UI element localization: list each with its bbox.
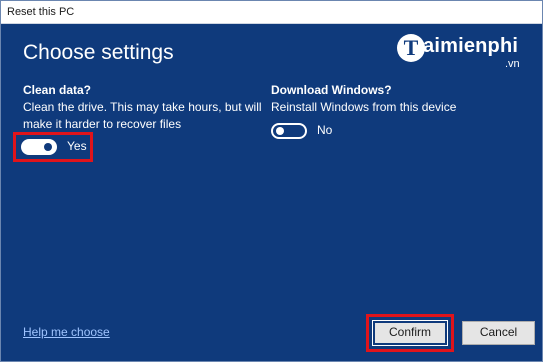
reset-pc-dialog: Reset this PC Choose settings T aimienph… (0, 0, 543, 362)
title-bar: Reset this PC (1, 1, 542, 24)
window-title: Reset this PC (7, 6, 75, 18)
clean-data-description: Clean the drive. This may take hours, bu… (23, 99, 263, 133)
clean-data-toggle[interactable] (21, 139, 57, 155)
toggle-knob (276, 127, 284, 135)
page-title: Choose settings (23, 41, 174, 64)
download-windows-title: Download Windows? (271, 83, 392, 97)
download-windows-description: Reinstall Windows from this device (271, 100, 457, 114)
help-me-choose-link[interactable]: Help me choose (23, 325, 110, 339)
clean-data-description-line1: Clean the drive. This may take hours, bu… (23, 100, 262, 114)
clean-data-description-line2: make it harder to recover files (23, 117, 182, 131)
download-windows-toggle-label: No (317, 123, 333, 137)
confirm-button[interactable]: Confirm (372, 320, 448, 346)
logo-letter: T (397, 34, 425, 62)
download-windows-toggle-row[interactable]: No (271, 123, 341, 143)
clean-data-title: Clean data? (23, 83, 92, 97)
watermark-logo: T aimienphi .vn (397, 34, 529, 70)
toggle-knob (44, 143, 52, 151)
clean-data-toggle-label: Yes (67, 139, 87, 153)
clean-data-toggle-row[interactable]: Yes (21, 139, 91, 159)
cancel-button[interactable]: Cancel (462, 321, 535, 345)
logo-word: aimienphi (423, 35, 519, 57)
logo-tld: .vn (505, 58, 520, 70)
download-windows-toggle[interactable] (271, 123, 307, 139)
